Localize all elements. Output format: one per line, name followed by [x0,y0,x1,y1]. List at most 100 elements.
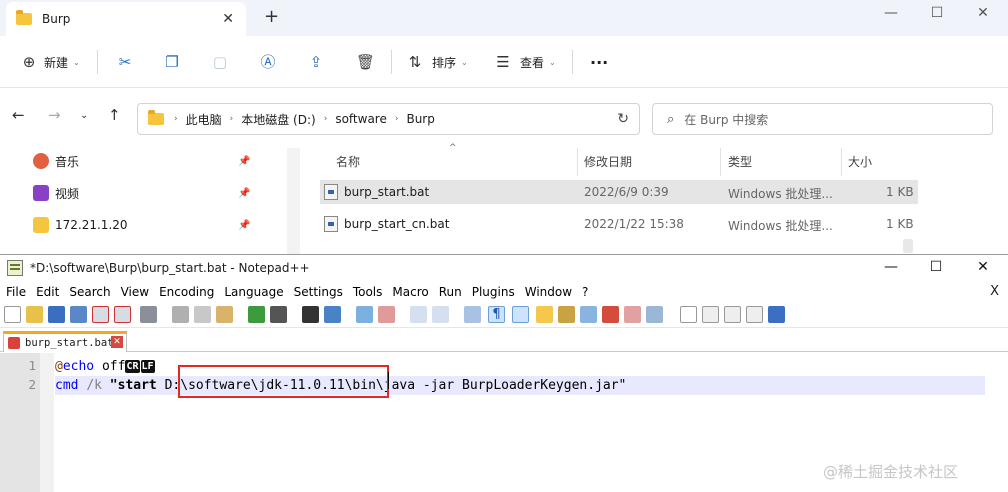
view-button[interactable]: ☰ 查看 ⌄ [494,50,555,74]
minimize-icon[interactable]: — [876,259,906,275]
close-tab-icon[interactable]: ✕ [111,336,123,348]
maximize-icon[interactable]: ☐ [921,259,951,275]
forward-arrow-icon[interactable]: → [48,106,61,124]
sync-vertical-icon[interactable] [410,306,427,323]
play-macro-icon[interactable] [724,306,741,323]
stop-macro-icon[interactable] [702,306,719,323]
paste-button[interactable]: ▢ [211,50,229,74]
save-icon[interactable] [48,306,65,323]
column-divider[interactable] [720,148,721,176]
menu-run[interactable]: Run [439,285,462,299]
sort-button[interactable]: ⇅ 排序 ⌄ [406,50,468,74]
more-options-button[interactable]: ··· [590,50,608,74]
nav-scrollbar[interactable] [287,148,300,258]
nav-item-video[interactable]: 视频 [33,182,79,204]
pin-icon[interactable]: 📌 [238,220,250,231]
folder-as-workspace-icon[interactable] [602,306,619,323]
menu-view[interactable]: View [121,285,149,299]
new-button[interactable]: ⊕ 新建 ⌄ [20,50,80,74]
redo-icon[interactable] [270,306,287,323]
explorer-tab-burp[interactable]: Burp ✕ [6,2,246,36]
pin-icon[interactable]: 📌 [238,156,250,167]
breadcrumb-burp[interactable]: Burp [406,112,434,126]
menu-search[interactable]: Search [69,285,110,299]
column-header-type[interactable]: 类型 [728,153,752,170]
share-button[interactable]: ⇪ [307,50,325,74]
word-wrap-icon[interactable] [464,306,481,323]
fold-margin [40,353,54,492]
sync-horizontal-icon[interactable] [432,306,449,323]
new-tab-icon[interactable]: + [264,8,279,26]
copy-icon[interactable] [194,306,211,323]
column-divider[interactable] [577,148,578,176]
rename-button[interactable]: Ⓐ [259,50,277,74]
menu-edit[interactable]: Edit [36,285,59,299]
code-editor[interactable]: 1 2 @echo offCR LF cmd /k "start D:\softw… [0,353,1008,492]
menu-language[interactable]: Language [224,285,283,299]
menu-macro[interactable]: Macro [392,285,428,299]
user-language-icon[interactable] [536,306,553,323]
refresh-icon[interactable]: ↻ [617,111,629,127]
code-line-1[interactable]: @echo offCR LF [55,357,156,376]
doc-map-icon[interactable] [558,306,575,323]
play-multiple-icon[interactable] [746,306,763,323]
menu-file[interactable]: File [6,285,26,299]
menu-encoding[interactable]: Encoding [159,285,214,299]
cut-button[interactable]: ✂ [116,50,134,74]
search-box[interactable]: ⌕ 在 Burp 中搜索 [652,103,993,135]
replace-icon[interactable] [324,306,341,323]
file-list-scrollbar[interactable] [903,239,913,253]
share-icon: ⇪ [309,53,323,71]
pin-icon[interactable]: 📌 [238,188,250,199]
open-file-icon[interactable] [26,306,43,323]
column-header-date[interactable]: 修改日期 [584,153,632,170]
up-arrow-icon[interactable]: ↑ [108,106,121,124]
delete-button[interactable]: 🗑 [356,50,375,74]
breadcrumb-software[interactable]: software [335,112,387,126]
print-icon[interactable] [140,306,157,323]
column-divider[interactable] [841,148,842,176]
copy-button[interactable]: ❐ [163,50,181,74]
indent-guide-icon[interactable] [512,306,529,323]
save-all-icon[interactable] [70,306,87,323]
close-window-icon[interactable]: ✕ [960,0,1006,30]
nav-item-network-share[interactable]: 172.21.1.20 [33,214,128,236]
close-document-button[interactable]: X [990,284,999,299]
undo-icon[interactable] [248,306,265,323]
back-arrow-icon[interactable]: ← [12,106,25,124]
maximize-icon[interactable]: ☐ [914,0,960,30]
menu-plugins[interactable]: Plugins [472,285,515,299]
monitoring-icon[interactable] [624,306,641,323]
nav-item-music[interactable]: 音乐 [33,150,79,172]
eye-icon[interactable] [646,306,663,323]
menu-help[interactable]: ? [582,285,588,299]
menu-tools[interactable]: Tools [353,285,383,299]
show-all-characters-icon[interactable]: ¶ [488,306,505,323]
save-macro-icon[interactable] [768,306,785,323]
close-file-icon[interactable] [92,306,109,323]
breadcrumb-this-pc[interactable]: 此电脑 [186,111,222,128]
cut-icon[interactable] [172,306,189,323]
menu-settings[interactable]: Settings [294,285,343,299]
close-window-icon[interactable]: ✕ [968,259,998,275]
recent-chevron-icon[interactable]: ⌄ [80,110,88,121]
file-row[interactable]: burp_start.bat 2022/6/9 0:39 Windows 批处理… [320,180,918,204]
record-macro-icon[interactable] [680,306,697,323]
function-list-icon[interactable] [580,306,597,323]
zoom-in-icon[interactable] [356,306,373,323]
address-bar[interactable]: › 此电脑 › 本地磁盘 (D:) › software › Burp ↻ [137,103,640,135]
column-header-size[interactable]: 大小 [848,153,872,170]
column-header-name[interactable]: 名称 [336,153,360,170]
file-row[interactable]: burp_start_cn.bat 2022/1/22 15:38 Window… [320,212,918,236]
minimize-icon[interactable]: — [868,0,914,30]
menu-window[interactable]: Window [525,285,572,299]
tab-burp-start-bat[interactable]: burp_start.bat ✕ [3,331,127,352]
find-icon[interactable] [302,306,319,323]
close-all-icon[interactable] [114,306,131,323]
close-tab-icon[interactable]: ✕ [222,11,234,27]
zoom-out-icon[interactable] [378,306,395,323]
breadcrumb-local-disk[interactable]: 本地磁盘 (D:) [241,111,315,128]
token-at: @ [55,359,63,374]
paste-icon[interactable] [216,306,233,323]
new-file-icon[interactable] [4,306,21,323]
